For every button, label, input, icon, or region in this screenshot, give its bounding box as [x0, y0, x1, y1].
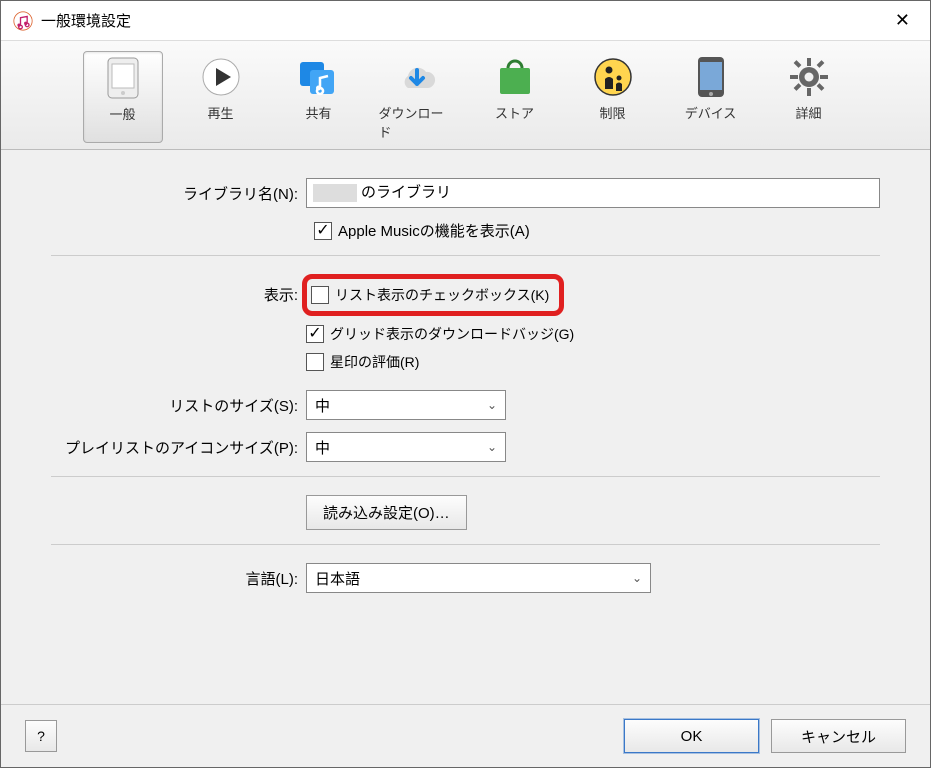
window-title: 一般環境設定	[41, 10, 131, 31]
tab-label: 詳細	[795, 103, 821, 122]
device-icon	[101, 56, 145, 100]
chevron-down-icon: ⌄	[487, 440, 497, 454]
tab-store[interactable]: ストア	[475, 51, 555, 143]
tabs-toolbar: 一般 再生 共有	[1, 41, 930, 150]
content-area: ライブラリ名(N): のライブラリ Apple Musicの機能を表示(A) 表…	[1, 150, 930, 704]
itunes-icon	[13, 11, 33, 31]
grid-badge-checkbox[interactable]	[306, 325, 324, 343]
divider	[51, 476, 880, 477]
tab-label: ダウンロード	[379, 103, 455, 141]
list-size-label: リストのサイズ(S):	[51, 395, 306, 416]
tab-label: 一般	[109, 104, 135, 123]
preferences-window: 一般環境設定 ✕ 一般 再生	[0, 0, 931, 768]
restrictions-icon	[591, 55, 635, 99]
library-suffix: のライブラリ	[361, 184, 451, 201]
list-size-select[interactable]: 中 ⌄	[306, 390, 506, 420]
tab-label: デバイス	[685, 103, 737, 122]
chevron-down-icon: ⌄	[487, 398, 497, 412]
titlebar: 一般環境設定 ✕	[1, 1, 930, 41]
playlist-icon-size-value: 中	[315, 437, 330, 458]
list-size-value: 中	[315, 395, 330, 416]
play-icon	[199, 55, 243, 99]
tab-label: ストア	[495, 103, 534, 122]
footer: ? OK キャンセル	[1, 704, 930, 767]
sharing-icon	[297, 55, 341, 99]
apple-music-checkbox[interactable]	[314, 222, 332, 240]
tab-devices[interactable]: デバイス	[671, 51, 751, 143]
library-name-input[interactable]: のライブラリ	[306, 178, 880, 208]
tab-sharing[interactable]: 共有	[279, 51, 359, 143]
list-checkbox-checkbox[interactable]	[311, 286, 329, 304]
close-icon[interactable]: ✕	[887, 6, 918, 35]
download-icon	[395, 55, 439, 99]
language-label: 言語(L):	[51, 568, 306, 589]
playlist-icon-size-label: プレイリストのアイコンサイズ(P):	[51, 437, 306, 458]
phone-icon	[689, 55, 733, 99]
language-select[interactable]: 日本語 ⌄	[306, 563, 651, 593]
tab-playback[interactable]: 再生	[181, 51, 261, 143]
obscured-text	[313, 184, 357, 202]
list-checkbox-label: リスト表示のチェックボックス(K)	[335, 285, 549, 305]
highlight-annotation: リスト表示のチェックボックス(K)	[302, 274, 564, 316]
tab-label: 共有	[305, 103, 331, 122]
star-rating-label: 星印の評価(R)	[330, 352, 419, 372]
tab-label: 再生	[207, 103, 233, 122]
grid-badge-label: グリッド表示のダウンロードバッジ(G)	[330, 324, 574, 344]
tab-advanced[interactable]: 詳細	[769, 51, 849, 143]
divider	[51, 544, 880, 545]
help-label: ?	[37, 728, 45, 744]
tab-general[interactable]: 一般	[83, 51, 163, 143]
ok-button[interactable]: OK	[624, 719, 759, 753]
star-rating-checkbox[interactable]	[306, 353, 324, 371]
language-value: 日本語	[315, 568, 360, 589]
apple-music-label: Apple Musicの機能を表示(A)	[338, 220, 530, 241]
divider	[51, 255, 880, 256]
display-label: 表示:	[51, 274, 306, 305]
tab-downloads[interactable]: ダウンロード	[377, 51, 457, 143]
tab-label: 制限	[599, 103, 625, 122]
playlist-icon-size-select[interactable]: 中 ⌄	[306, 432, 506, 462]
chevron-down-icon: ⌄	[632, 571, 642, 585]
gear-icon	[787, 55, 831, 99]
library-name-label: ライブラリ名(N):	[51, 183, 306, 204]
import-settings-button[interactable]: 読み込み設定(O)…	[306, 495, 467, 530]
tab-restrictions[interactable]: 制限	[573, 51, 653, 143]
store-icon	[493, 55, 537, 99]
help-button[interactable]: ?	[25, 720, 57, 752]
cancel-button[interactable]: キャンセル	[771, 719, 906, 753]
